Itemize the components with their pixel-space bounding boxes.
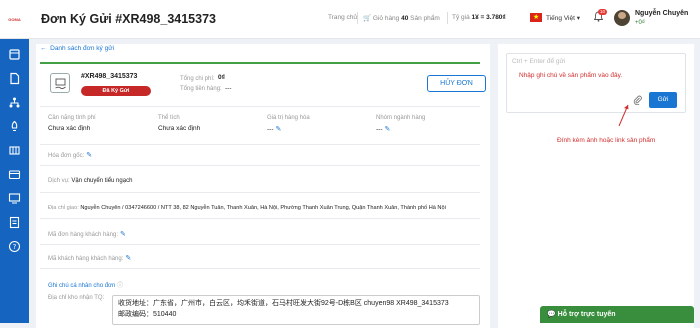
monitor-icon[interactable] [8, 192, 21, 205]
exchange-rate: Tỷ giá 1¥ = 3.780₫ [452, 14, 506, 21]
cn-postcode-line: 邮政编码：510440 [118, 311, 177, 318]
package-icon [50, 73, 70, 93]
invoice-label: Hóa đơn gốc: [48, 153, 85, 159]
notes-panel: Ctrl + Enter để gửi Nhập ghi chú về sản … [498, 44, 694, 328]
document-icon[interactable] [8, 72, 21, 85]
divider [40, 268, 480, 269]
weight-value: Chưa xác định [48, 125, 91, 132]
note-hint: Nhập ghi chú về sản phẩm vào đây. [519, 72, 623, 79]
total-fee-label: Tổng chi phí: [180, 76, 215, 82]
cart-count: 40 [401, 15, 409, 22]
category-label: Nhóm ngành hàng [376, 115, 426, 121]
back-link[interactable]: ← Danh sách đơn ký gửi [40, 45, 114, 52]
customer-code-row: Mã khách hàng khách hàng: ✎ [48, 254, 131, 262]
cart-label: Giỏ hàng [372, 15, 400, 22]
divider [357, 12, 358, 24]
goods-value-label: Giá trị hàng hóa [267, 115, 310, 121]
cart-link[interactable]: 🛒 Giỏ hàng 40 Sản phẩm [363, 14, 440, 22]
rocket-icon[interactable] [8, 120, 21, 133]
delivery-label: Địa chỉ giao: [48, 205, 79, 211]
page-title: Đơn Ký Gửi #XR498_3415373 [41, 12, 216, 26]
attach-hint: Đính kèm ảnh hoặc link sản phẩm [557, 137, 656, 144]
volume-value: Chưa xác định [158, 125, 201, 132]
divider [40, 144, 480, 145]
total-goods-label: Tổng tiền hàng: [180, 86, 222, 92]
edit-icon[interactable]: ✎ [120, 231, 126, 238]
note-placeholder: Ctrl + Enter để gửi [512, 58, 566, 65]
divider [40, 106, 480, 107]
language-select[interactable]: Tiếng Việt ▾ [546, 14, 580, 22]
rate-label: Tỷ giá [452, 14, 470, 21]
total-goods-value: --- [225, 85, 232, 92]
order-detail-panel: ← Danh sách đơn ký gửi #XR498_3415373 Đã… [36, 44, 490, 328]
note-input[interactable]: Ctrl + Enter để gửi Nhập ghi chú về sản … [506, 53, 686, 113]
avatar[interactable] [614, 10, 630, 26]
service-row: Dịch vụ: Vận chuyển tiểu ngạch [48, 178, 132, 184]
divider [40, 244, 480, 245]
annotation-arrow [616, 102, 632, 130]
goods-value-text: --- [267, 126, 274, 133]
sidebar: GOMA ? [0, 0, 29, 323]
brand-logo[interactable]: GOMA [0, 0, 29, 39]
goods-value: --- ✎ [267, 125, 281, 133]
wallet-icon[interactable] [8, 168, 21, 181]
dashboard-icon[interactable] [8, 48, 21, 61]
status-badge: Đã Ký Gửi [81, 86, 151, 96]
network-icon[interactable] [8, 96, 21, 109]
top-bar: Đơn Ký Gửi #XR498_3415373 Trang chủ 🛒 Gi… [29, 0, 700, 39]
weight-label: Cân nặng tính phí [48, 115, 96, 121]
customer-order-row: Mã đơn hàng khách hàng: ✎ [48, 230, 126, 238]
cancel-order-button[interactable]: HỦY ĐƠN [427, 75, 486, 92]
svg-text:?: ? [13, 243, 17, 251]
delivery-row: Địa chỉ giao: Nguyễn Chuyên / 0347246600… [48, 205, 446, 211]
cn-address-box[interactable]: 收货地址：广东省，广州市，白云区，均禾街道，石马村旺发大街92号-D栋B区 ch… [112, 295, 480, 325]
rate-value: 1¥ = 3.780₫ [471, 14, 506, 21]
user-balance: +0₫ [635, 20, 645, 26]
edit-icon[interactable]: ✎ [385, 126, 391, 133]
cn-address-line: 收货地址：广东省，广州市，白云区，均禾街道，石马村旺发大街92号-D栋B区 ch… [118, 300, 449, 307]
notification-badge: 10 [598, 9, 608, 15]
divider [40, 192, 480, 193]
chevron-down-icon: ▾ [576, 15, 580, 22]
personal-note-link[interactable]: Ghi chú cá nhân cho đơn ⓘ [48, 280, 123, 289]
total-fee-value: 0₫ [218, 74, 225, 81]
service-value: Vận chuyển tiểu ngạch [71, 178, 133, 184]
back-link-label: Danh sách đơn ký gửi [50, 45, 115, 52]
arrow-left-icon: ← [40, 45, 47, 52]
invoice-row: Hóa đơn gốc: ✎ [48, 151, 92, 159]
edit-icon[interactable]: ✎ [276, 126, 282, 133]
support-label: Hỗ trợ trực tuyến [557, 311, 616, 318]
report-icon[interactable] [8, 216, 21, 229]
service-label: Dịch vụ: [48, 178, 70, 184]
paperclip-icon[interactable] [633, 95, 642, 107]
edit-icon[interactable]: ✎ [125, 255, 131, 262]
order-summary-card: #XR498_3415373 Đã Ký Gửi Tổng chi phí: 0… [40, 62, 486, 148]
language-label: Tiếng Việt [546, 15, 575, 22]
edit-icon[interactable]: ✎ [86, 152, 92, 159]
cart-unit: Sản phẩm [410, 15, 440, 22]
category-value-text: --- [376, 126, 383, 133]
chat-icon: 💬 [547, 311, 556, 318]
divider [40, 165, 480, 166]
help-icon[interactable]: ? [8, 240, 21, 253]
divider [40, 218, 480, 219]
cart-icon: 🛒 [363, 15, 372, 22]
order-code: #XR498_3415373 [81, 73, 138, 80]
cn-address-label: Địa chỉ kho nhận TQ: [48, 295, 105, 301]
customer-order-label: Mã đơn hàng khách hàng: [48, 232, 118, 238]
personal-note-label: Ghi chú cá nhân cho đơn [48, 283, 116, 289]
customer-code-label: Mã khách hàng khách hàng: [48, 256, 124, 262]
send-button[interactable]: Gửi [649, 92, 677, 108]
support-chat-button[interactable]: 💬 Hỗ trợ trực tuyến [540, 306, 694, 323]
category-value: --- ✎ [376, 125, 390, 133]
divider [447, 12, 448, 24]
home-link[interactable]: Trang chủ [328, 14, 357, 21]
delivery-value: Nguyễn Chuyên / 0347246600 / NTT 38, 82 … [80, 205, 446, 211]
user-name[interactable]: Nguyễn Chuyên [635, 10, 688, 17]
vietnam-flag-icon[interactable]: ★ [530, 13, 542, 22]
volume-label: Thể tích [158, 115, 180, 121]
grid-icon[interactable] [8, 144, 21, 157]
info-icon: ⓘ [116, 283, 123, 289]
